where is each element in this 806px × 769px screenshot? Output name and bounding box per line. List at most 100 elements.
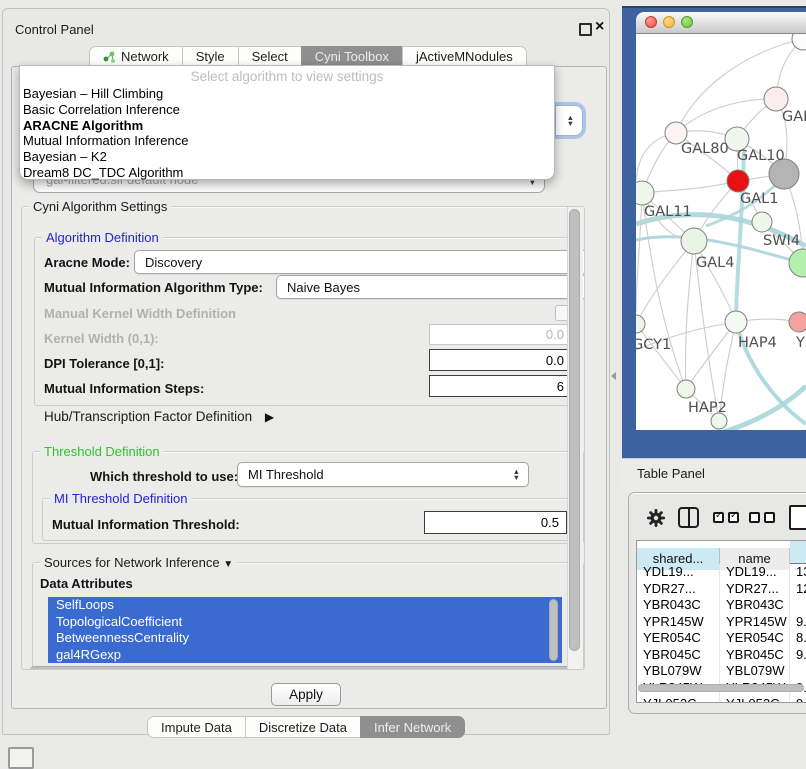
table-row[interactable]: YER054CYER054C8. (637, 630, 806, 647)
table-cell: YBR045C (720, 647, 790, 664)
minimized-panel-icon[interactable] (8, 747, 34, 769)
table-cell: YJL052C (720, 696, 790, 703)
split-columns-icon[interactable] (678, 507, 699, 528)
algorithm-definition-title: Algorithm Definition (42, 230, 163, 245)
algorithm-combobox-fragment[interactable]: ▲▼ (555, 105, 583, 136)
mi-steps-input[interactable]: 6 (429, 375, 572, 397)
tab-impute-data[interactable]: Impute Data (147, 716, 245, 738)
data-attributes-label: Data Attributes (40, 576, 133, 591)
data-attributes-list[interactable]: SelfLoopsTopologicalCoefficientBetweenne… (48, 597, 562, 663)
node-table[interactable]: shared...name YDL19...YDL19...13YDR27...… (636, 540, 806, 703)
tab-jactivemnodules[interactable]: jActiveMNodules (402, 46, 527, 67)
network-node-swi4[interactable] (752, 212, 772, 232)
settings-scrollbar-thumb[interactable] (569, 209, 580, 651)
network-node-hap4[interactable] (725, 311, 747, 333)
table-cell: YBL079W (637, 663, 720, 680)
window-title: Control Panel (15, 22, 94, 37)
attribute-selfloops[interactable]: SelfLoops (48, 597, 562, 614)
kernel-width-input[interactable]: 0.0 (429, 324, 572, 345)
network-node-gcy1[interactable] (636, 315, 645, 333)
network-canvas[interactable]: GALGAL80GAL10GAL1GAL11GAL4SWI4GCY1HAP4YH… (636, 34, 806, 430)
table-row[interactable]: YJL052CYJL052C9. (637, 696, 806, 703)
table-cell: YDL19... (720, 564, 790, 581)
mi-threshold-input[interactable]: 0.5 (424, 511, 567, 534)
which-threshold-label: Which threshold to use: (90, 469, 238, 484)
sources-title[interactable]: Sources for Network Inference ▼ (40, 555, 237, 570)
table-cell: YPR145W (637, 614, 720, 631)
algorithm-option-aracne-algorithm[interactable]: ARACNE Algorithm (23, 118, 543, 134)
aracne-mode-value: Discovery (145, 255, 202, 270)
attribute-betweennesscentrality[interactable]: BetweennessCentrality (48, 630, 562, 647)
table-row[interactable]: YBR043CYBR043C (637, 597, 806, 614)
aracne-mode-select[interactable]: Discovery ▲▼ (134, 250, 585, 274)
network-node-y[interactable] (789, 312, 806, 332)
tab-infer-network[interactable]: Infer Network (360, 716, 465, 738)
mi-type-label: Mutual Information Algorithm Type: (44, 280, 263, 295)
close-icon[interactable]: × (595, 18, 604, 36)
table-panel-title: Table Panel (637, 466, 705, 481)
tab-style[interactable]: Style (182, 46, 238, 67)
network-node-gal1[interactable] (727, 170, 749, 192)
select-all-columns-icon[interactable]: ✓✓ (713, 512, 739, 523)
table-cell: 9. (790, 647, 806, 664)
collapse-down-arrow-icon: ▼ (223, 559, 233, 570)
network-node[interactable] (789, 249, 806, 277)
attribute-topologicalcoefficient[interactable]: TopologicalCoefficient (48, 614, 562, 631)
panel-divider-arrow-icon[interactable] (611, 372, 616, 380)
table-row[interactable]: YDL19...YDL19...13 (637, 564, 806, 581)
algorithm-list: Bayesian – Hill ClimbingBasic Correlatio… (23, 86, 543, 181)
network-node-hap2[interactable] (677, 380, 695, 398)
table-row[interactable]: YDR27...YDR27...12 (637, 581, 806, 598)
cyni-algorithm-settings-group: Aracne Mode: Discovery ▲▼ Mutual Informa… (21, 206, 585, 670)
tab-label: Discretize Data (259, 720, 347, 735)
table-body: YDL19...YDL19...13YDR27...YDR27...12YBR0… (637, 564, 806, 703)
attribute-gal4rgexp[interactable]: gal4RGexp (48, 647, 562, 664)
table-header-row: shared...name (637, 541, 806, 564)
hub-definition-label: Hub/Transcription Factor Definition (44, 409, 252, 424)
hub-definition-toggle[interactable]: Hub/Transcription Factor Definition ▶ (44, 409, 274, 424)
tab-cyni-toolbox[interactable]: Cyni Toolbox (301, 46, 402, 67)
tab-discretize-data[interactable]: Discretize Data (245, 716, 360, 738)
tab-select[interactable]: Select (238, 46, 301, 67)
close-traffic-light-icon[interactable] (645, 16, 657, 28)
which-threshold-select[interactable]: MI Threshold ▲▼ (237, 462, 529, 487)
node-label-gal11: GAL11 (644, 204, 692, 220)
tab-network[interactable]: Network (89, 46, 182, 67)
table-horizontal-scrollbar[interactable] (638, 684, 804, 692)
table-cell: YER054C (637, 630, 720, 647)
table-cell: YDR27... (720, 581, 790, 598)
dpi-tolerance-input[interactable]: 0.0 (429, 349, 572, 371)
algorithm-option-mutual-information-inference[interactable]: Mutual Information Inference (23, 133, 543, 149)
sources-horizontal-scrollbar[interactable] (30, 666, 580, 670)
table-row[interactable]: YBL079WYBL079W (637, 663, 806, 680)
algorithm-option-bayesian-hill-climbing[interactable]: Bayesian – Hill Climbing (23, 86, 543, 102)
column-header-cut[interactable] (790, 541, 806, 563)
deselect-all-columns-icon[interactable] (749, 512, 775, 523)
mi-algorithm-type-select[interactable]: Naive Bayes ▲▼ (276, 275, 585, 299)
algorithm-option-basic-correlation-inference[interactable]: Basic Correlation Inference (23, 102, 543, 118)
network-window-titlebar[interactable] (636, 12, 806, 34)
kernel-width-label: Kernel Width (0,1): (44, 331, 159, 346)
mi-threshold-label: Mutual Information Threshold: (52, 517, 240, 532)
float-window-icon[interactable] (579, 23, 592, 36)
control-panel-window: Control Panel × NetworkStyle Select Cyni T… (2, 8, 610, 735)
table-row[interactable]: YPR145WYPR145W9. (637, 614, 806, 631)
algorithm-option-bayesian-k2[interactable]: Bayesian – K2 (23, 149, 543, 165)
network-icon (103, 51, 116, 63)
network-node-gal[interactable] (764, 87, 788, 111)
tab-label: Cyni Toolbox (315, 49, 389, 64)
network-node-gal4[interactable] (681, 228, 707, 254)
table-row[interactable]: YBR045CYBR045C9. (637, 647, 806, 664)
tab-label: Select (252, 49, 288, 64)
settings-gear-icon[interactable] (646, 508, 666, 528)
apply-button[interactable]: Apply (271, 683, 341, 706)
attributes-list-scrollbar[interactable] (549, 599, 558, 661)
algorithm-dropdown-popup: Select algorithm to view settings Bayesi… (19, 65, 555, 180)
node-label-gal4: GAL4 (696, 255, 734, 271)
algorithm-option-dream8-dc-tdc-algorithm[interactable]: Dream8 DC_TDC Algorithm (23, 165, 543, 181)
new-table-icon[interactable] (789, 505, 806, 530)
zoom-traffic-light-icon[interactable] (681, 16, 693, 28)
sources-title-label: Sources for Network Inference (44, 555, 220, 570)
network-node-labels: GALGAL80GAL10GAL1GAL11GAL4SWI4GCY1HAP4YH… (636, 109, 806, 416)
minimize-traffic-light-icon[interactable] (663, 16, 675, 28)
